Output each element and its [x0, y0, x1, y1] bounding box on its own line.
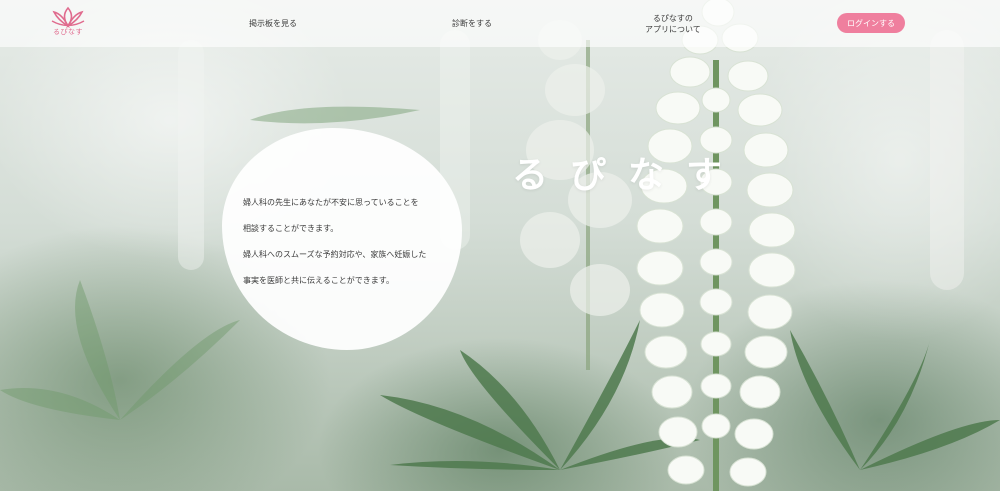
lotus-logo-icon [51, 6, 85, 28]
login-button[interactable]: ログインする [837, 13, 905, 33]
nav-about-app-link[interactable]: るぴなすの アプリについて [645, 13, 701, 35]
intro-line-3: 婦人科へのスムーズな予約対応や、家族へ妊娠した [243, 250, 427, 259]
nav-about-line1: るぴなすの [652, 14, 693, 23]
nav-about-line2: アプリについて [645, 25, 701, 34]
hero-background [0, 0, 1000, 491]
intro-line-2: 相談することができます。 [243, 224, 339, 233]
nav-diagnosis-link[interactable]: 診断をする [452, 18, 492, 29]
site-header: るぴなす 掲示板を見る 診断をする るぴなすの アプリについて ログインする [0, 0, 1000, 47]
intro-text: 婦人科の先生にあなたが不安に思っていることを 相談することができます。 婦人科へ… [243, 190, 463, 294]
logo-text: るぴなす [53, 28, 83, 36]
nav-bulletin-board-link[interactable]: 掲示板を見る [249, 18, 297, 29]
intro-line-4: 事実を医師と共に伝えることができます。 [243, 276, 394, 285]
hero-title: るぴなす [512, 155, 745, 196]
lupine-flower-image [0, 0, 1000, 491]
intro-line-1: 婦人科の先生にあなたが不安に思っていることを [243, 198, 419, 207]
site-logo[interactable]: るぴなす [46, 6, 90, 40]
